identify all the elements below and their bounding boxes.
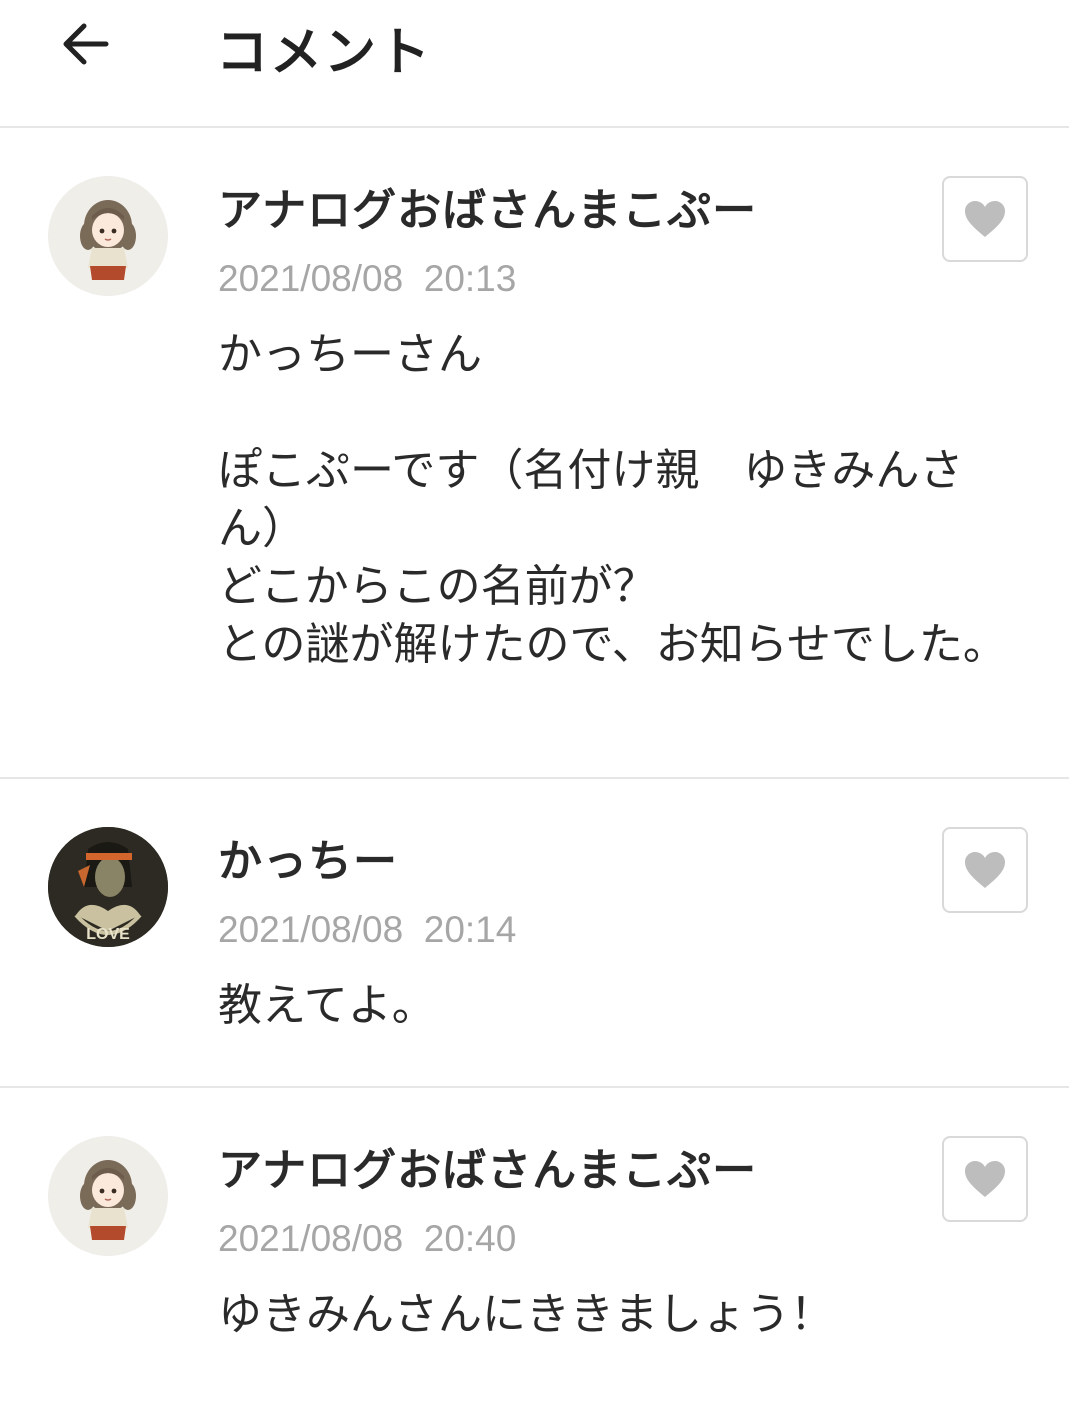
avatar[interactable] (48, 176, 168, 296)
girl-illustration-icon (80, 200, 136, 280)
girl-illustration-icon (80, 1160, 136, 1240)
comment-item: アナログおばさんまこぷー 2021/08/08 20:40 ゆきみんさんにききま… (0, 1088, 1069, 1409)
heart-icon (965, 1161, 1005, 1197)
avatar[interactable]: LOVE (48, 827, 168, 947)
arrow-left-icon (63, 23, 109, 65)
heart-icon (965, 201, 1005, 237)
comment-timestamp: 2021/08/08 20:40 (218, 1218, 517, 1259)
comment-text: ゆきみんさんにききましょう！ (218, 1289, 834, 1340)
like-button[interactable] (942, 176, 1028, 262)
comment-text: 教えてよ。 (218, 980, 436, 1031)
comment-author[interactable]: アナログおばさんまこぷー (218, 174, 757, 238)
avatar[interactable] (48, 1136, 168, 1256)
page-title: コメント (216, 23, 433, 83)
comment-timestamp: 2021/08/08 20:14 (218, 909, 517, 950)
back-button[interactable] (52, 12, 116, 76)
comment-text: かっちーさん ぽこぷーです（名付け親 ゆきみんさん） どこからこの名前が？ との… (218, 329, 1007, 670)
like-button[interactable] (942, 1136, 1028, 1222)
comment-author[interactable]: かっちー (218, 825, 398, 889)
comment-item: アナログおばさんまこぷー 2021/08/08 20:13 かっちーさん ぽこぷ… (0, 128, 1069, 779)
avatar-love-text: LOVE (86, 926, 130, 943)
love-hands-icon: LOVE (48, 827, 168, 947)
comment-item: LOVE かっちー 2021/08/08 20:14 教えてよ。 (0, 779, 1069, 1088)
top-bar: コメント (0, 0, 1069, 128)
heart-icon (965, 852, 1005, 888)
comment-author[interactable]: アナログおばさんまこぷー (218, 1134, 757, 1198)
like-button[interactable] (942, 827, 1028, 913)
comment-timestamp: 2021/08/08 20:13 (218, 258, 517, 299)
